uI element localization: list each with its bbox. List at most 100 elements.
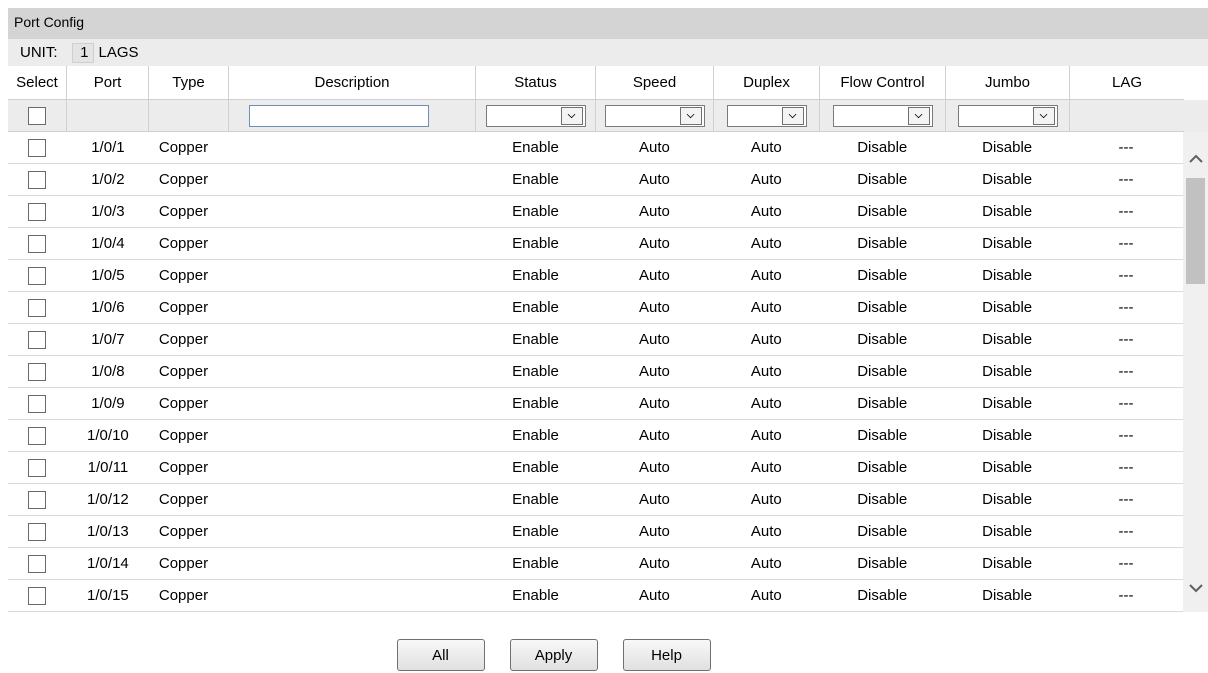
column-header-port: Port bbox=[67, 66, 149, 100]
cell-jumbo: Disable bbox=[982, 299, 1033, 316]
row-select-checkbox[interactable] bbox=[28, 298, 47, 317]
cell-duplex: Auto bbox=[750, 267, 782, 284]
table-row[interactable]: 1/0/1 Copper Enable Auto Auto Disable Disable -… bbox=[8, 132, 1183, 164]
table-row[interactable]: 1/0/6 Copper Enable Auto Auto Disable Disable -… bbox=[8, 292, 1183, 324]
row-select-checkbox[interactable] bbox=[28, 202, 47, 221]
cell-port: 1/0/9 bbox=[91, 395, 125, 412]
cell-flow-control: Disable bbox=[857, 459, 908, 476]
cell-flow-control: Disable bbox=[857, 587, 908, 604]
column-header-flow-control: Flow Control bbox=[820, 66, 946, 100]
table-row[interactable]: 1/0/14 Copper Enable Auto Auto Disable Disable… bbox=[8, 548, 1183, 580]
column-header-description: Description bbox=[229, 66, 476, 100]
cell-flow-control: Disable bbox=[857, 139, 908, 156]
flow-control-select[interactable]: ⌵ bbox=[832, 104, 933, 127]
chevron-down-icon[interactable]: ⌵ bbox=[679, 106, 702, 125]
table-row[interactable]: 1/0/3 Copper Enable Auto Auto Disable Disable -… bbox=[8, 196, 1183, 228]
table-row[interactable]: 1/0/4 Copper Enable Auto Auto Disable Disable -… bbox=[8, 228, 1183, 260]
cell-jumbo: Disable bbox=[982, 491, 1033, 508]
row-select-checkbox[interactable] bbox=[28, 554, 47, 573]
cell-lag: --- bbox=[1118, 139, 1134, 156]
cell-lag: --- bbox=[1118, 587, 1134, 604]
row-select-checkbox[interactable] bbox=[28, 234, 47, 253]
chevron-down-icon[interactable]: ⌵ bbox=[560, 106, 583, 125]
table-row[interactable]: 1/0/5 Copper Enable Auto Auto Disable Disable -… bbox=[8, 260, 1183, 292]
port-table-body: 1/0/1 Copper Enable Auto Auto Disable Disable -… bbox=[8, 132, 1208, 612]
status-select[interactable]: ⌵ bbox=[485, 104, 586, 127]
row-select-checkbox[interactable] bbox=[28, 266, 47, 285]
chevron-down-icon[interactable]: ⌵ bbox=[781, 106, 804, 125]
cell-port: 1/0/7 bbox=[91, 331, 125, 348]
unit-selector-1[interactable]: 1 bbox=[71, 42, 94, 63]
cell-status: Enable bbox=[512, 235, 559, 252]
cell-speed: Auto bbox=[639, 139, 670, 156]
table-row[interactable]: 1/0/2 Copper Enable Auto Auto Disable Disable -… bbox=[8, 164, 1183, 196]
chevron-down-icon[interactable] bbox=[1183, 570, 1208, 606]
row-select-checkbox[interactable] bbox=[28, 586, 47, 605]
cell-type: Copper bbox=[158, 331, 209, 348]
apply-button[interactable]: Apply bbox=[509, 639, 598, 671]
cell-description bbox=[229, 356, 476, 387]
cell-jumbo: Disable bbox=[982, 523, 1033, 540]
chevron-down-icon[interactable]: ⌵ bbox=[907, 106, 930, 125]
cell-speed: Auto bbox=[639, 427, 670, 444]
cell-description bbox=[229, 452, 476, 483]
cell-duplex: Auto bbox=[750, 299, 782, 316]
cell-jumbo: Disable bbox=[982, 267, 1033, 284]
description-input[interactable] bbox=[249, 104, 429, 127]
select-all-button[interactable]: All bbox=[396, 639, 485, 671]
jumbo-select[interactable]: ⌵ bbox=[957, 104, 1058, 127]
table-row[interactable]: 1/0/13 Copper Enable Auto Auto Disable Disable… bbox=[8, 516, 1183, 548]
select-all-checkbox[interactable] bbox=[28, 106, 46, 125]
cell-lag: --- bbox=[1118, 427, 1134, 444]
row-select-checkbox[interactable] bbox=[28, 426, 47, 445]
cell-status: Enable bbox=[512, 139, 559, 156]
cell-duplex: Auto bbox=[750, 395, 782, 412]
table-row[interactable]: 1/0/10 Copper Enable Auto Auto Disable Disable… bbox=[8, 420, 1183, 452]
table-row[interactable]: 1/0/15 Copper Enable Auto Auto Disable Disable… bbox=[8, 580, 1183, 612]
row-select-checkbox[interactable] bbox=[28, 170, 47, 189]
port-config-panel: Port Config UNIT: 1 LAGS Select Port Typ… bbox=[8, 8, 1208, 612]
table-row[interactable]: 1/0/7 Copper Enable Auto Auto Disable Disable -… bbox=[8, 324, 1183, 356]
cell-jumbo: Disable bbox=[982, 555, 1033, 572]
column-header-select: Select bbox=[8, 66, 67, 100]
cell-type: Copper bbox=[158, 395, 209, 412]
help-button[interactable]: Help bbox=[622, 639, 711, 671]
table-row[interactable]: 1/0/12 Copper Enable Auto Auto Disable Disable… bbox=[8, 484, 1183, 516]
row-select-checkbox[interactable] bbox=[28, 138, 47, 157]
cell-port: 1/0/2 bbox=[91, 171, 125, 188]
lags-link[interactable]: LAGS bbox=[99, 44, 139, 61]
cell-type: Copper bbox=[158, 235, 209, 252]
table-row[interactable]: 1/0/9 Copper Enable Auto Auto Disable Disable -… bbox=[8, 388, 1183, 420]
table-header: Select Port Type Description Status Spee… bbox=[8, 66, 1208, 100]
panel-title: Port Config bbox=[8, 8, 1208, 39]
cell-type: Copper bbox=[158, 299, 209, 316]
cell-jumbo: Disable bbox=[982, 331, 1033, 348]
cell-type: Copper bbox=[158, 139, 209, 156]
row-select-checkbox[interactable] bbox=[28, 362, 47, 381]
row-select-checkbox[interactable] bbox=[28, 330, 47, 349]
cell-lag: --- bbox=[1118, 171, 1134, 188]
vertical-scrollbar[interactable] bbox=[1183, 132, 1208, 612]
chevron-down-icon[interactable]: ⌵ bbox=[1032, 106, 1055, 125]
cell-duplex: Auto bbox=[750, 459, 782, 476]
cell-jumbo: Disable bbox=[982, 139, 1033, 156]
row-select-checkbox[interactable] bbox=[28, 490, 47, 509]
row-select-checkbox[interactable] bbox=[28, 458, 47, 477]
cell-type: Copper bbox=[158, 203, 209, 220]
cell-jumbo: Disable bbox=[982, 203, 1033, 220]
table-row[interactable]: 1/0/8 Copper Enable Auto Auto Disable Disable -… bbox=[8, 356, 1183, 388]
cell-type: Copper bbox=[158, 427, 209, 444]
cell-lag: --- bbox=[1118, 235, 1134, 252]
speed-select[interactable]: ⌵ bbox=[604, 104, 705, 127]
cell-type: Copper bbox=[158, 491, 209, 508]
cell-speed: Auto bbox=[639, 267, 670, 284]
cell-jumbo: Disable bbox=[982, 427, 1033, 444]
row-select-checkbox[interactable] bbox=[28, 522, 47, 541]
cell-type: Copper bbox=[158, 587, 209, 604]
duplex-select[interactable]: ⌵ bbox=[726, 104, 807, 127]
row-select-checkbox[interactable] bbox=[28, 394, 47, 413]
scroll-thumb[interactable] bbox=[1186, 178, 1205, 284]
chevron-up-icon[interactable] bbox=[1183, 140, 1208, 176]
cell-description bbox=[229, 388, 476, 419]
table-row[interactable]: 1/0/11 Copper Enable Auto Auto Disable Disable… bbox=[8, 452, 1183, 484]
